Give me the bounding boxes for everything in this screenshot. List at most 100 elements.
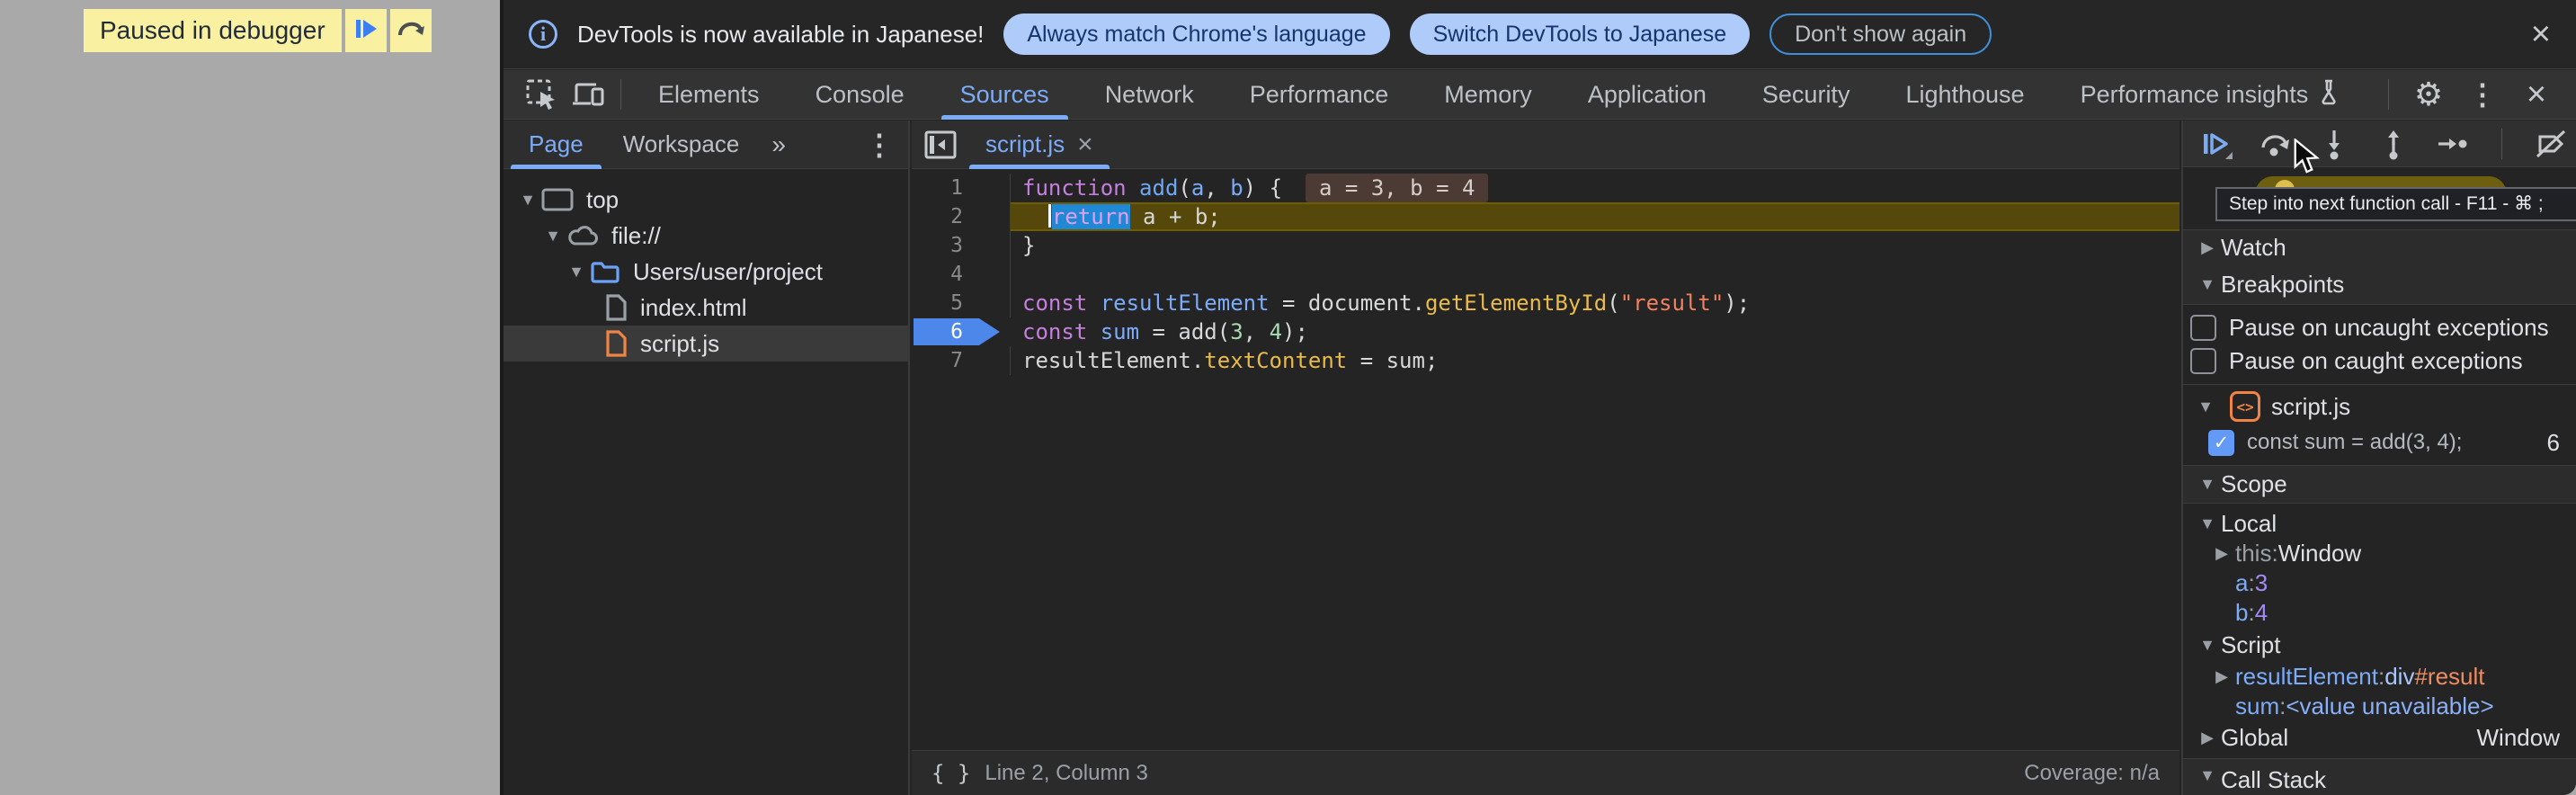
- tab-performance-insights[interactable]: Performance insights: [2053, 70, 2369, 120]
- switch-to-japanese-button[interactable]: Switch DevTools to Japanese: [1410, 13, 1751, 55]
- resume-script-icon[interactable]: [2196, 124, 2235, 164]
- tab-lighthouse[interactable]: Lighthouse: [1877, 70, 2052, 120]
- code-text[interactable]: const sum = add(3, 4);: [1011, 317, 2179, 346]
- line-number[interactable]: 3: [912, 231, 1011, 260]
- code-line-6-breakpoint[interactable]: 6 const sum = add(3, 4);: [912, 317, 2179, 346]
- chevron-down-icon[interactable]: [563, 263, 590, 281]
- code-line-3[interactable]: 3 }: [912, 231, 2179, 260]
- dont-show-again-button[interactable]: Don't show again: [1769, 13, 1992, 55]
- code-line-4[interactable]: 4: [912, 260, 2179, 289]
- chevron-right-icon[interactable]: [2208, 544, 2235, 563]
- code-text[interactable]: return a + b;: [1011, 202, 2179, 231]
- inspect-element-icon[interactable]: [518, 76, 565, 112]
- step-icon[interactable]: [2433, 124, 2473, 164]
- breakpoint-code-snippet: const sum = add(3, 4);: [2247, 430, 2462, 455]
- tab-security[interactable]: Security: [1734, 70, 1878, 120]
- resume-script-button[interactable]: [345, 9, 387, 52]
- code-token: = sum;: [1347, 348, 1438, 373]
- editor-tab-script-js[interactable]: script.js: [969, 121, 1110, 169]
- scope-sum-row[interactable]: sum: <value unavailable>: [2183, 692, 2576, 721]
- chevron-right-icon[interactable]: [2208, 667, 2235, 686]
- more-options-kebab-icon[interactable]: [2459, 76, 2506, 112]
- sources-nav-kebab-icon[interactable]: [865, 128, 908, 162]
- collapse-sidebar-icon[interactable]: [912, 130, 969, 160]
- scope-b-row[interactable]: b: 4: [2183, 598, 2576, 628]
- code-line-5[interactable]: 5 const resultElement = document.getElem…: [912, 289, 2179, 317]
- line-number[interactable]: 2: [912, 202, 1011, 231]
- step-out-icon[interactable]: [2374, 124, 2413, 164]
- code-token: [1022, 204, 1048, 229]
- always-match-language-button[interactable]: Always match Chrome's language: [1003, 13, 1389, 55]
- scope-local-group[interactable]: Local: [2183, 509, 2576, 539]
- tab-page[interactable]: Page: [509, 121, 603, 169]
- breakpoint-enabled-checkbox[interactable]: [2208, 430, 2234, 456]
- step-over-banner-button[interactable]: [390, 9, 432, 52]
- tab-application[interactable]: Application: [1560, 70, 1734, 120]
- tab-network[interactable]: Network: [1077, 70, 1222, 120]
- section-title: Call Stack: [2221, 766, 2326, 794]
- scope-global-group[interactable]: Global Window: [2183, 723, 2576, 753]
- step-over-icon: [397, 15, 425, 47]
- editor-tab-label: script.js: [985, 130, 1065, 158]
- tab-sources[interactable]: Sources: [932, 70, 1077, 120]
- pause-caught-checkbox[interactable]: [2190, 348, 2216, 374]
- tree-item-index-html[interactable]: index.html: [504, 290, 908, 326]
- code-text[interactable]: resultElement.textContent = sum;: [1011, 346, 2179, 375]
- scope-resultelement-row[interactable]: resultElement: div#result: [2183, 662, 2576, 692]
- tree-item-file-protocol[interactable]: file://: [504, 218, 908, 254]
- notification-close-icon[interactable]: [2531, 17, 2551, 51]
- breakpoints-section-header[interactable]: Breakpoints: [2183, 265, 2576, 305]
- scope-script-group[interactable]: Script: [2183, 630, 2576, 660]
- code-area[interactable]: 1 function add(a, b) {a = 3, b = 4 2 ret…: [912, 174, 2179, 375]
- code-text[interactable]: function add(a, b) {a = 3, b = 4: [1011, 174, 2179, 202]
- close-tab-icon[interactable]: [1077, 130, 1093, 160]
- code-text[interactable]: const resultElement = document.getElemen…: [1011, 289, 2179, 317]
- device-toolbar-icon[interactable]: [565, 76, 611, 112]
- pause-caught-row[interactable]: Pause on caught exceptions: [2183, 344, 2576, 378]
- tab-workspace[interactable]: Workspace: [603, 121, 760, 169]
- scope-section-header[interactable]: Scope: [2183, 465, 2576, 504]
- pause-uncaught-checkbox[interactable]: [2190, 315, 2216, 341]
- scope-this-row[interactable]: this: Window: [2183, 539, 2576, 568]
- call-stack-section-header[interactable]: Call Stack: [2183, 758, 2576, 795]
- resume-icon: [352, 15, 379, 47]
- tab-console[interactable]: Console: [788, 70, 932, 120]
- line-number[interactable]: 6: [912, 317, 1011, 346]
- line-number[interactable]: 5: [912, 289, 1011, 317]
- code-text[interactable]: [1011, 260, 2179, 289]
- chevron-down-icon[interactable]: [514, 191, 541, 210]
- watch-section-header[interactable]: Watch: [2183, 229, 2576, 265]
- pretty-print-icon[interactable]: { }: [931, 761, 970, 786]
- toolbar-divider: [2501, 129, 2502, 159]
- paused-in-debugger-banner: Paused in debugger: [84, 9, 432, 52]
- tab-memory[interactable]: Memory: [1416, 70, 1560, 120]
- line-number[interactable]: 7: [912, 346, 1011, 375]
- scope-a-row[interactable]: a: 3: [2183, 568, 2576, 598]
- breakpoint-entry[interactable]: const sum = add(3, 4); 6: [2183, 424, 2576, 460]
- tab-performance[interactable]: Performance: [1222, 70, 1417, 120]
- deactivate-breakpoints-icon[interactable]: [2531, 124, 2571, 164]
- code-text[interactable]: }: [1011, 231, 2179, 260]
- line-number[interactable]: 1: [912, 174, 1011, 202]
- section-title: Scope: [2221, 470, 2287, 498]
- more-tabs-chevron[interactable]: [759, 130, 798, 159]
- devtools-close-icon[interactable]: [2513, 76, 2560, 112]
- tree-item-label: index.html: [640, 294, 747, 322]
- settings-gear-icon[interactable]: [2405, 76, 2452, 112]
- notification-message: DevTools is now available in Japanese!: [577, 21, 984, 49]
- pause-uncaught-row[interactable]: Pause on uncaught exceptions: [2183, 311, 2576, 344]
- line-number[interactable]: 4: [912, 260, 1011, 289]
- code-line-7[interactable]: 7 resultElement.textContent = sum;: [912, 346, 2179, 375]
- code-line-1[interactable]: 1 function add(a, b) {a = 3, b = 4: [912, 174, 2179, 202]
- tab-label: Memory: [1444, 81, 1532, 109]
- chevron-down-icon[interactable]: [539, 227, 566, 246]
- code-line-2-paused[interactable]: 2 return a + b;: [912, 202, 2179, 231]
- info-icon: i: [529, 20, 557, 49]
- breakpoint-file-group[interactable]: script.js: [2183, 389, 2576, 424]
- tree-item-top[interactable]: top: [504, 182, 908, 218]
- tree-item-script-js[interactable]: script.js: [504, 326, 908, 362]
- tree-item-project-folder[interactable]: Users/user/project: [504, 254, 908, 290]
- step-over-icon[interactable]: [2255, 124, 2295, 164]
- scope-group-label: Global: [2221, 724, 2288, 752]
- tab-elements[interactable]: Elements: [630, 70, 788, 120]
